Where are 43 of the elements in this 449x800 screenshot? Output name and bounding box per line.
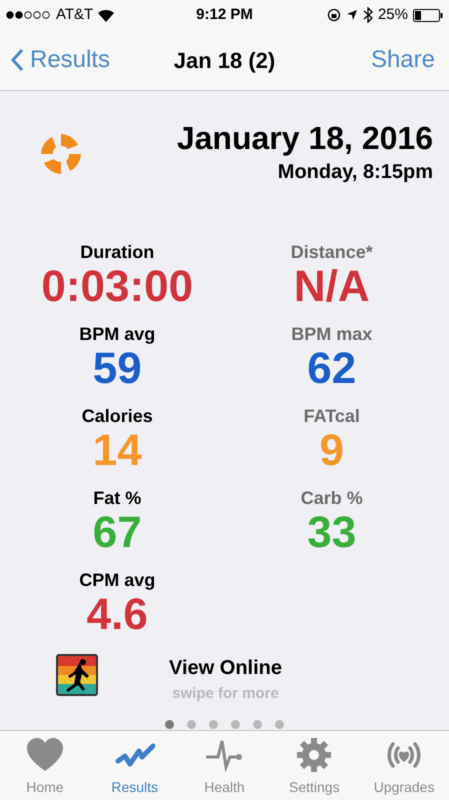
workout-date: January 18, 2016 <box>176 119 433 157</box>
wifi-icon <box>97 8 116 22</box>
heart-icon <box>24 737 65 773</box>
metric-value: 59 <box>92 345 142 393</box>
metric-value: N/A <box>294 263 370 311</box>
view-online-link[interactable]: View Online <box>169 653 282 683</box>
swipe-hint: swipe for more <box>172 684 279 704</box>
metric-label: BPM avg <box>79 323 156 345</box>
workout-time: Monday, 8:15pm <box>278 160 433 185</box>
metric-label: Duration <box>80 241 154 263</box>
chevron-left-icon <box>10 48 24 72</box>
tab-item[interactable]: Settings <box>269 731 360 800</box>
metric-label: FATcal <box>304 405 360 427</box>
metric-label: CPM avg <box>79 569 156 591</box>
running-app-icon <box>56 654 98 696</box>
carrier-name: AT&T <box>56 4 94 25</box>
tab-item[interactable]: Home <box>0 731 90 800</box>
metric-value: 9 <box>320 427 344 475</box>
back-button[interactable]: Results <box>10 42 150 78</box>
signal-icon <box>6 11 52 19</box>
nav-title: Jan 18 (2) <box>172 46 276 75</box>
metric-value: 4.6 <box>86 591 148 639</box>
battery-percent: 25% <box>378 4 408 25</box>
metric-label: BPM max <box>291 323 372 345</box>
bluetooth-icon <box>362 7 373 23</box>
share-button[interactable]: Share <box>299 42 439 78</box>
tab-item[interactable]: Upgrades <box>359 731 449 800</box>
rotation-lock-icon <box>326 8 341 22</box>
metric-value: 62 <box>307 345 356 393</box>
metric-value: 33 <box>307 509 356 557</box>
battery-icon <box>413 8 443 22</box>
metric-label: Distance* <box>290 241 373 263</box>
metric-label: Calories <box>82 405 153 427</box>
metric-value: 67 <box>92 509 142 557</box>
metric-value: 0:03:00 <box>41 263 194 311</box>
clock-time: 9:12 PM <box>195 4 254 25</box>
metric-value: 14 <box>92 427 142 475</box>
tab-item[interactable]: Results <box>90 731 180 800</box>
metric-label: Fat % <box>93 487 142 509</box>
location-arrow-icon <box>346 9 358 21</box>
metric-label: Carb % <box>300 487 363 509</box>
tab-item[interactable]: Health <box>180 731 270 800</box>
app-logo-icon <box>38 131 84 177</box>
